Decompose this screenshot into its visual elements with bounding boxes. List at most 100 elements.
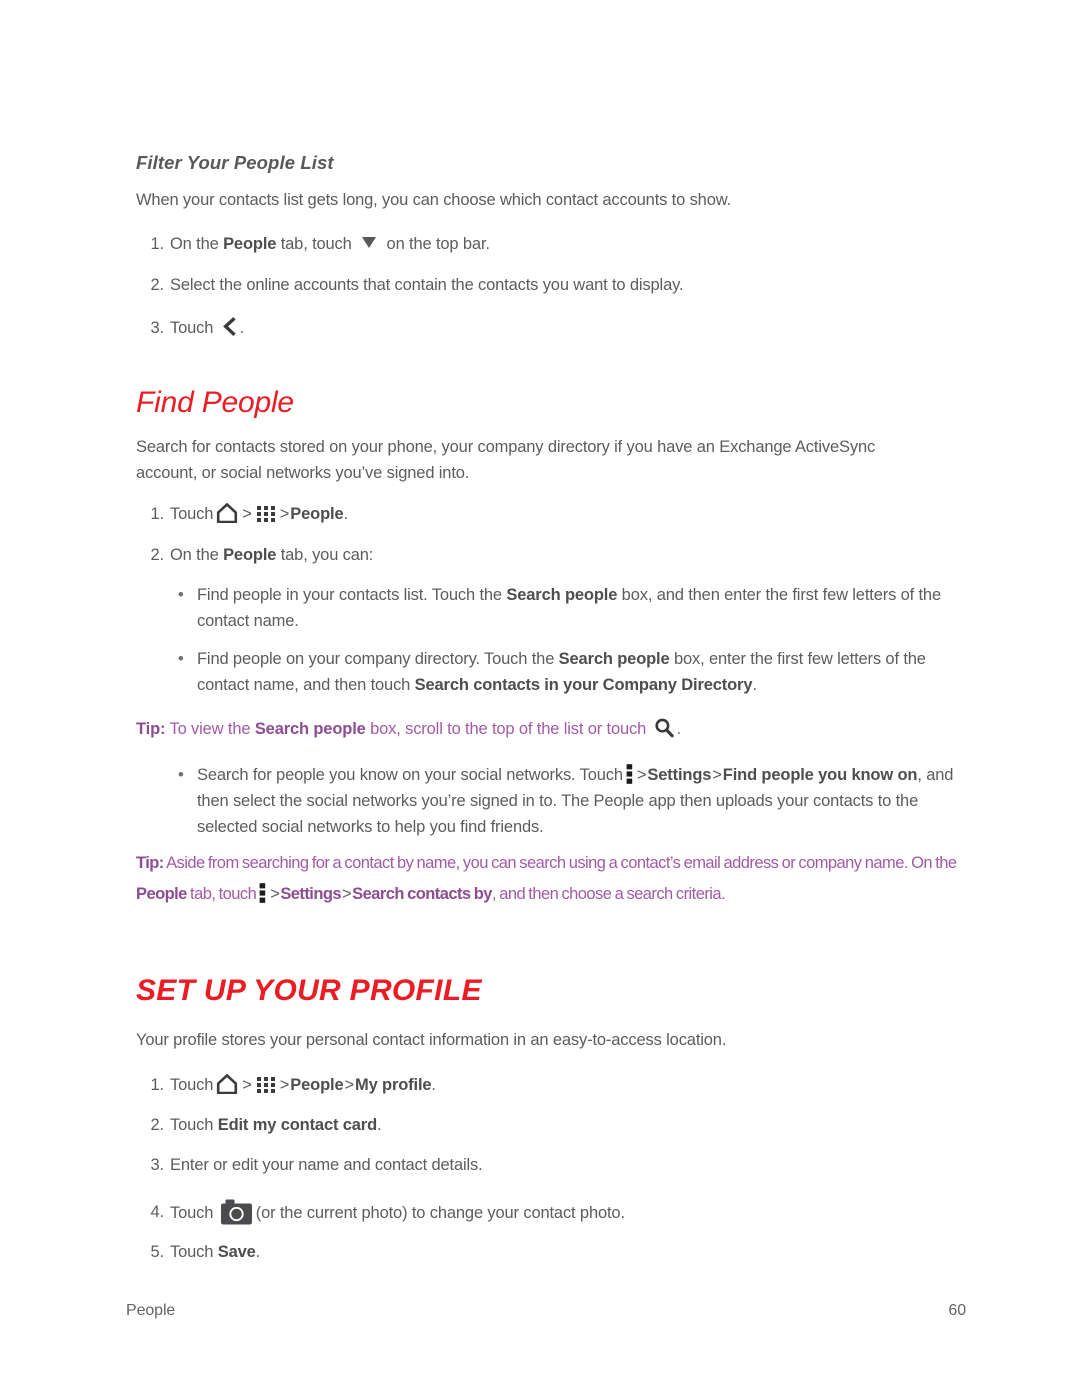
bold-people: People: [290, 1076, 344, 1094]
filter-intro-paragraph: When your contacts list gets long, you c…: [136, 191, 732, 209]
step-text: Touch .: [170, 315, 966, 341]
separator-gt: >: [279, 1076, 290, 1094]
bullet-text-pre: Search for people you know on your socia…: [197, 766, 623, 784]
tip-text-pre: To view the: [165, 720, 255, 738]
step-text-pre: On the: [170, 546, 224, 564]
bold-settings: Settings: [280, 885, 342, 903]
tip-search-people-box: Tip: To view the Search people box, scro…: [136, 714, 966, 744]
tip-label: Tip:: [136, 854, 164, 872]
step-text-post: on the top bar.: [382, 235, 490, 253]
filter-step-2: 2. Select the online accounts that conta…: [136, 272, 966, 298]
step-text: Enter or edit your name and contact deta…: [170, 1156, 483, 1174]
section-heading-filter: Filter Your People List: [136, 152, 334, 173]
profile-step-3: 3. Enter or edit your name and contact d…: [136, 1152, 966, 1178]
find-people-intro-paragraph: Search for contacts stored on your phone…: [136, 438, 876, 482]
profile-intro-paragraph: Your profile stores your personal contac…: [136, 1031, 727, 1049]
separator-gt: >: [242, 505, 252, 523]
bold-search-contacts-by: Search contacts by: [352, 885, 492, 903]
bold-search-people: Search people: [506, 586, 618, 604]
bold-edit-my-contact-card: Edit my contact card: [217, 1116, 378, 1134]
bold-people: People: [223, 235, 277, 253]
bullet-marker: •: [178, 766, 184, 784]
bold-people: People: [136, 885, 187, 903]
home-icon: [214, 1074, 240, 1094]
step-text-post: tab, you can:: [276, 546, 374, 564]
tip-text-post: , and then choose a search criteria.: [491, 885, 726, 903]
bold-settings: Settings: [647, 766, 712, 784]
bold-people: People: [290, 505, 344, 523]
step-number: 3.: [150, 319, 165, 337]
apps-grid-icon: [255, 503, 277, 523]
camera-icon: [220, 1199, 253, 1225]
tip-label: Tip:: [136, 720, 166, 738]
tip-text-pre: Aside from searching for a contact by na…: [163, 854, 957, 872]
tip-text-post: .: [676, 720, 682, 738]
find-people-step-2: 2. On the People tab, you can:: [136, 542, 966, 568]
step-number: 2.: [150, 546, 165, 564]
triangle-down-icon: [359, 233, 379, 251]
step-text: Touch > >People>My profile.: [170, 1072, 966, 1098]
step-text-pre: Touch: [170, 1076, 214, 1094]
overflow-menu-icon: [625, 763, 634, 785]
separator-gt: >: [342, 885, 352, 903]
step-number: 5.: [150, 1243, 165, 1261]
find-people-bullet-2: • Find people on your company directory.…: [136, 646, 956, 698]
search-icon: [653, 717, 675, 739]
step-text-post: .: [377, 1116, 382, 1134]
step-text-mid: tab, touch: [276, 235, 357, 253]
bullet-text-post: .: [752, 676, 757, 694]
bullet-text: Search for people you know on your socia…: [197, 762, 956, 840]
step-text: Select the online accounts that contain …: [170, 276, 684, 294]
tip-text-mid: box, scroll to the top of the list or to…: [365, 720, 651, 738]
tip-text-mid: tab, touch: [186, 885, 257, 903]
step-text: Touch (or the current photo) to change y…: [170, 1199, 966, 1226]
home-icon: [214, 503, 240, 523]
separator-gt: >: [344, 1076, 354, 1094]
filter-step-3: 3. Touch .: [136, 315, 966, 341]
bullet-text-pre: Find people on your company directory. T…: [197, 650, 559, 668]
separator-gt: >: [279, 505, 290, 523]
step-number: 1.: [150, 505, 165, 523]
apps-grid-icon: [255, 1074, 277, 1094]
step-number: 1.: [150, 235, 165, 253]
section-heading-set-up-profile: SET UP YOUR PROFILE: [136, 974, 482, 1007]
bold-search-company-directory: Search contacts in your Company Director…: [414, 676, 753, 694]
step-text: Touch Edit my contact card.: [170, 1112, 966, 1138]
profile-step-4: 4. Touch (or the current photo) to chang…: [136, 1199, 966, 1226]
separator-gt: >: [636, 766, 647, 784]
separator-gt: >: [242, 1076, 252, 1094]
bold-my-profile: My profile: [354, 1076, 432, 1094]
find-people-bullet-1: • Find people in your contacts list. Tou…: [136, 582, 956, 634]
step-text: Touch > >People.: [170, 501, 966, 527]
step-text: Touch Save.: [170, 1239, 966, 1265]
step-text-post: (or the current photo) to change your co…: [255, 1204, 625, 1222]
filter-step-1: 1. On the People tab, touch on the top b…: [136, 231, 966, 257]
step-number: 4.: [150, 1203, 165, 1221]
step-text-pre: Touch: [170, 319, 218, 337]
separator-gt: >: [270, 885, 280, 903]
bullet-text: Find people on your company directory. T…: [197, 646, 956, 698]
bold-save: Save: [217, 1243, 256, 1261]
bold-people: People: [223, 546, 277, 564]
footer-section-label: People: [126, 1302, 176, 1319]
step-number: 2.: [150, 1116, 165, 1134]
bold-search-people: Search people: [254, 720, 366, 738]
step-number: 2.: [150, 276, 165, 294]
separator-gt: >: [712, 766, 722, 784]
step-text-post: .: [431, 1076, 436, 1094]
bullet-text-pre: Find people in your contacts list. Touch…: [197, 586, 507, 604]
page-number: 60: [948, 1302, 966, 1319]
step-text-post: .: [343, 505, 348, 523]
profile-step-2: 2. Touch Edit my contact card.: [136, 1112, 966, 1138]
find-people-step-1: 1. Touch > >People.: [136, 501, 966, 527]
overflow-menu-icon: [258, 882, 267, 904]
bullet-marker: •: [178, 650, 184, 668]
step-text-pre: Touch: [170, 1204, 218, 1222]
bullet-text: Find people in your contacts list. Touch…: [197, 582, 956, 634]
section-heading-find-people: Find People: [136, 386, 294, 419]
profile-step-1: 1. Touch > >People>My profile.: [136, 1072, 966, 1098]
step-text-post: .: [255, 1243, 261, 1261]
back-chevron-icon: [219, 316, 239, 337]
step-text: On the People tab, you can:: [170, 542, 966, 568]
step-text-pre: Touch: [170, 1243, 218, 1261]
